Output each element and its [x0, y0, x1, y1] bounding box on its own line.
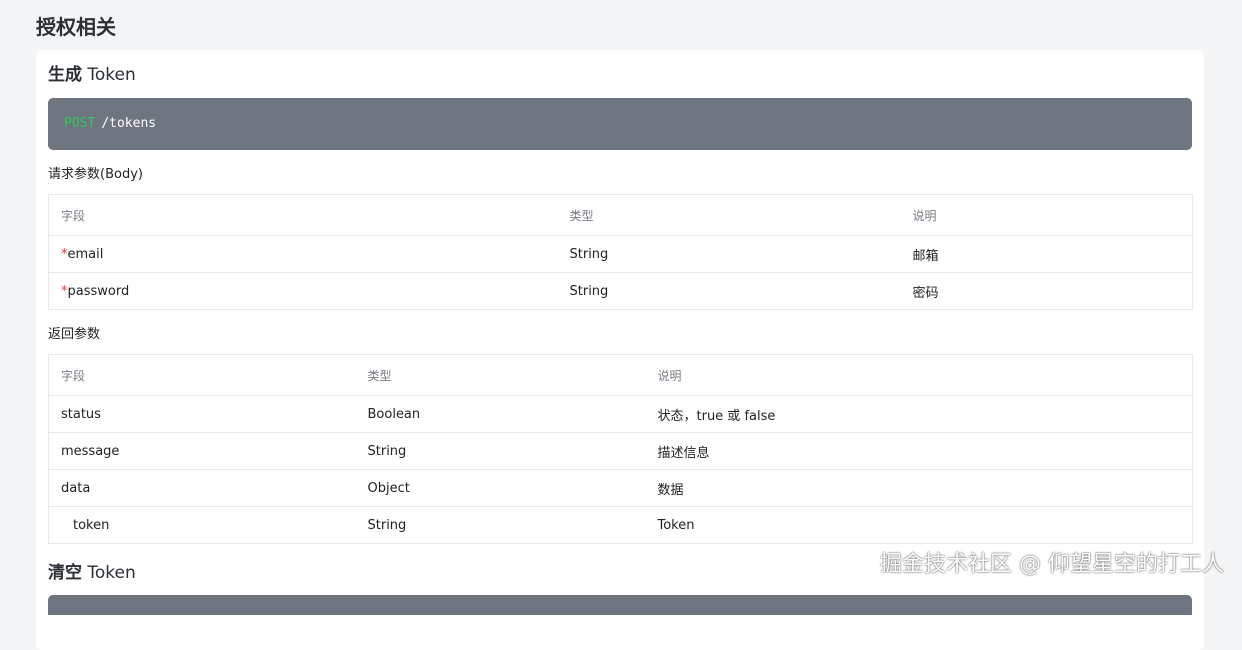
field-cell: data	[48, 469, 356, 507]
field-cell: *email	[48, 235, 558, 273]
column-header-desc: 说明	[900, 194, 1193, 236]
column-header-type: 类型	[557, 194, 901, 236]
type-cell: Object	[355, 469, 646, 507]
table-row: status Boolean 状态，true 或 false	[48, 395, 1193, 433]
desc-cell: 数据	[645, 469, 1193, 507]
table-header-row: 字段 类型 说明	[48, 354, 1193, 396]
response-params-table: 字段 类型 说明 status Boolean 状态，true 或 false …	[48, 354, 1193, 544]
endpoint-path: /tokens	[101, 116, 157, 131]
field-name: email	[67, 246, 104, 262]
field-name: password	[67, 283, 130, 299]
http-method: POST	[64, 116, 96, 131]
type-cell: String	[557, 235, 901, 273]
column-header-type: 类型	[355, 354, 646, 396]
page-title: 授权相关	[36, 15, 116, 39]
field-cell: message	[48, 432, 356, 470]
column-header-field: 字段	[48, 194, 558, 236]
type-cell: String	[355, 506, 646, 544]
desc-cell: 描述信息	[645, 432, 1193, 470]
desc-cell: 状态，true 或 false	[645, 395, 1193, 433]
desc-cell: Token	[645, 506, 1193, 544]
response-params-heading: 返回参数	[48, 327, 101, 342]
desc-cell: 密码	[900, 272, 1193, 310]
section-title-en: Token	[87, 65, 136, 85]
column-header-desc: 说明	[645, 354, 1193, 396]
section-title-clear-token: 清空 Token	[48, 560, 136, 586]
desc-cell: 邮箱	[900, 235, 1193, 273]
request-params-heading: 请求参数(Body)	[48, 167, 143, 182]
section-title-cn: 生成	[48, 65, 82, 85]
section-title-en: Token	[87, 563, 136, 583]
table-row: token String Token	[48, 506, 1193, 544]
endpoint-code-block-partial	[48, 595, 1192, 615]
table-header-row: 字段 类型 说明	[48, 194, 1193, 236]
endpoint-code-block: POST/tokens	[48, 98, 1192, 150]
table-row: *email String 邮箱	[48, 235, 1193, 273]
table-row: data Object 数据	[48, 469, 1193, 507]
field-cell: *password	[48, 272, 558, 310]
nested-field-name: token	[73, 517, 110, 533]
column-header-field: 字段	[48, 354, 356, 396]
field-cell: token	[48, 506, 356, 544]
field-cell: status	[48, 395, 356, 433]
watermark: 掘金技术社区 @ 仰望星空的打工人	[880, 552, 1224, 577]
table-row: *password String 密码	[48, 272, 1193, 310]
type-cell: String	[355, 432, 646, 470]
request-params-table: 字段 类型 说明 *email String 邮箱 *password Stri…	[48, 194, 1193, 310]
section-title-cn: 清空	[48, 563, 82, 583]
type-cell: String	[557, 272, 901, 310]
type-cell: Boolean	[355, 395, 646, 433]
section-title-generate-token: 生成 Token	[48, 62, 136, 88]
table-row: message String 描述信息	[48, 432, 1193, 470]
